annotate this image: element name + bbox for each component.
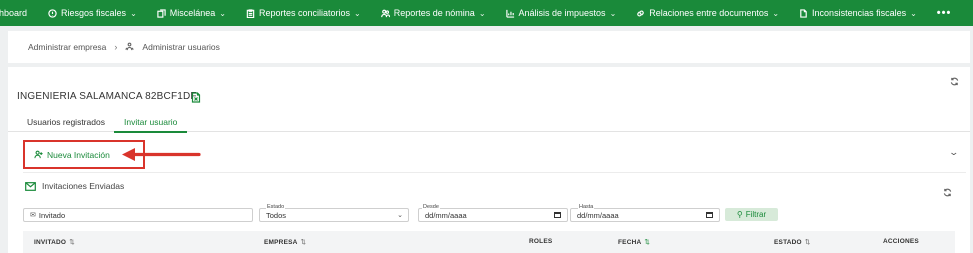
more-menu-button[interactable]: ••• [937,7,952,19]
new-invitation-accordion[interactable]: Nueva Invitación ⌄ [23,137,966,173]
chevron-down-icon: ⌄ [130,8,137,18]
invited-search-input[interactable]: ✉ Invitado [23,208,253,222]
hasta-label: Hasta [578,204,595,210]
clipboard-icon [246,8,255,18]
estado-value: Todos [266,210,287,220]
top-navigation: hboard Riesgos fiscales ⌄ Miscelánea ⌄ R… [0,0,973,26]
refresh-invitations-icon[interactable] [943,184,952,197]
company-name: INGENIERIA SALAMANCA 82BCF1DF [17,91,197,102]
invited-placeholder: Invitado [38,210,66,220]
hasta-date-input[interactable]: dd/mm/aaaa [570,208,720,222]
nav-item-miscelanea[interactable]: Miscelánea ⌄ [157,8,226,18]
desde-value: dd/mm/aaaa [425,210,467,220]
users-icon [125,42,135,53]
column-fecha[interactable]: FECHA ⇅ [618,238,650,246]
column-label: INVITADO [34,239,67,246]
nav-item-reportes-conciliatorios[interactable]: Reportes conciliatorios ⌄ [246,8,361,18]
people-icon [380,9,390,17]
risk-icon [48,8,57,18]
more-icon: ••• [936,7,952,19]
calendar-icon[interactable] [706,212,713,218]
chevron-down-icon: ⌄ [609,8,617,18]
nav-item-label: Relaciones entre documentos [649,8,769,18]
breadcrumb-current: Administrar usuarios [142,42,220,52]
column-label: ESTADO [774,239,802,246]
column-label: FECHA [618,239,642,246]
breadcrumb-link-administrar-empresa[interactable]: Administrar empresa [28,42,106,52]
nav-item-label: Análisis de impuestos [518,8,606,18]
breadcrumb-chevron-icon: › [114,42,118,52]
tab-bar: Usuarios registrados Invitar usuario [8,117,970,133]
chevron-down-icon: ⌄ [354,8,361,18]
chevron-down-icon: ⌄ [219,8,226,18]
link-icon [637,10,645,16]
search-icon: ⚲ [736,210,743,219]
nav-item-dashboard[interactable]: hboard [0,8,27,18]
calendar-icon[interactable] [554,212,561,218]
nav-item-label: Miscelánea [169,8,216,18]
nav-item-inconsistencias-fiscales[interactable]: Inconsistencias fiscales ⌄ [799,8,917,18]
sort-icon: ⇅ [644,239,651,246]
spreadsheet-icon[interactable] [191,90,201,108]
chevron-down-icon: ⌄ [910,8,917,18]
section-title-label: Invitaciones Enviadas [42,181,125,191]
copy-icon [157,8,166,18]
tab-invitar-usuario[interactable]: Invitar usuario [114,117,188,133]
add-user-icon [34,150,43,159]
annotation-arrow [122,148,201,161]
invitations-sent-header: Invitaciones Enviadas [25,181,124,191]
desde-date-input[interactable]: dd/mm/aaaa [418,208,568,222]
refresh-icon[interactable] [950,73,959,86]
breadcrumb: Administrar empresa › Administrar usuari… [8,31,970,63]
nav-item-label: Reportes conciliatorios [259,8,351,18]
tab-usuarios-registrados[interactable]: Usuarios registrados [27,117,105,131]
column-label: EMPRESA [264,239,298,246]
table-header: INVITADO ⇅ EMPRESA ⇅ ROLES FECHA ⇅ ESTADO ⇅ … [23,231,955,253]
column-invitado[interactable]: INVITADO ⇅ [34,238,75,246]
new-invitation-label: Nueva Invitación [47,149,110,160]
filter-label: Filtrar [745,210,767,219]
column-estado[interactable]: ESTADO ⇅ [774,238,810,246]
nav-item-label: hboard [0,8,28,18]
mail-icon [25,181,36,191]
estado-select[interactable]: Todos ⌄ [259,208,409,222]
chevron-down-icon: ⌄ [478,8,486,18]
main-card: INGENIERIA SALAMANCA 82BCF1DF Usuarios r… [8,67,970,253]
chevron-down-icon: ⌄ [397,212,403,219]
sort-icon: ⇅ [804,239,811,246]
column-roles: ROLES [529,238,552,245]
column-label: ROLES [529,238,553,245]
nav-item-label: Reportes de nómina [393,8,475,18]
desde-label: Desde [422,204,440,210]
sort-icon: ⇅ [69,239,75,246]
hasta-value: dd/mm/aaaa [577,210,619,220]
nav-item-label: Riesgos fiscales [61,8,127,18]
column-empresa[interactable]: EMPRESA ⇅ [264,238,306,246]
chevron-down-icon[interactable]: ⌄ [949,147,960,158]
chevron-down-icon: ⌄ [772,8,780,18]
nav-item-relaciones-documentos[interactable]: Relaciones entre documentos ⌄ [636,8,779,18]
nav-item-label: Inconsistencias fiscales [812,8,907,18]
column-acciones: ACCIONES [883,238,919,245]
estado-label: Estado [266,204,286,210]
nav-item-riesgos-fiscales[interactable]: Riesgos fiscales ⌄ [48,8,137,18]
sort-icon: ⇅ [300,239,307,246]
document-icon [800,8,807,18]
analysis-icon [505,9,514,18]
nav-item-reportes-nomina[interactable]: Reportes de nómina ⌄ [380,8,486,18]
mail-icon: ✉ [30,212,36,219]
nav-item-analisis-impuestos[interactable]: Análisis de impuestos ⌄ [505,8,617,18]
filter-button[interactable]: ⚲ Filtrar [725,208,778,221]
column-label: ACCIONES [883,238,919,245]
